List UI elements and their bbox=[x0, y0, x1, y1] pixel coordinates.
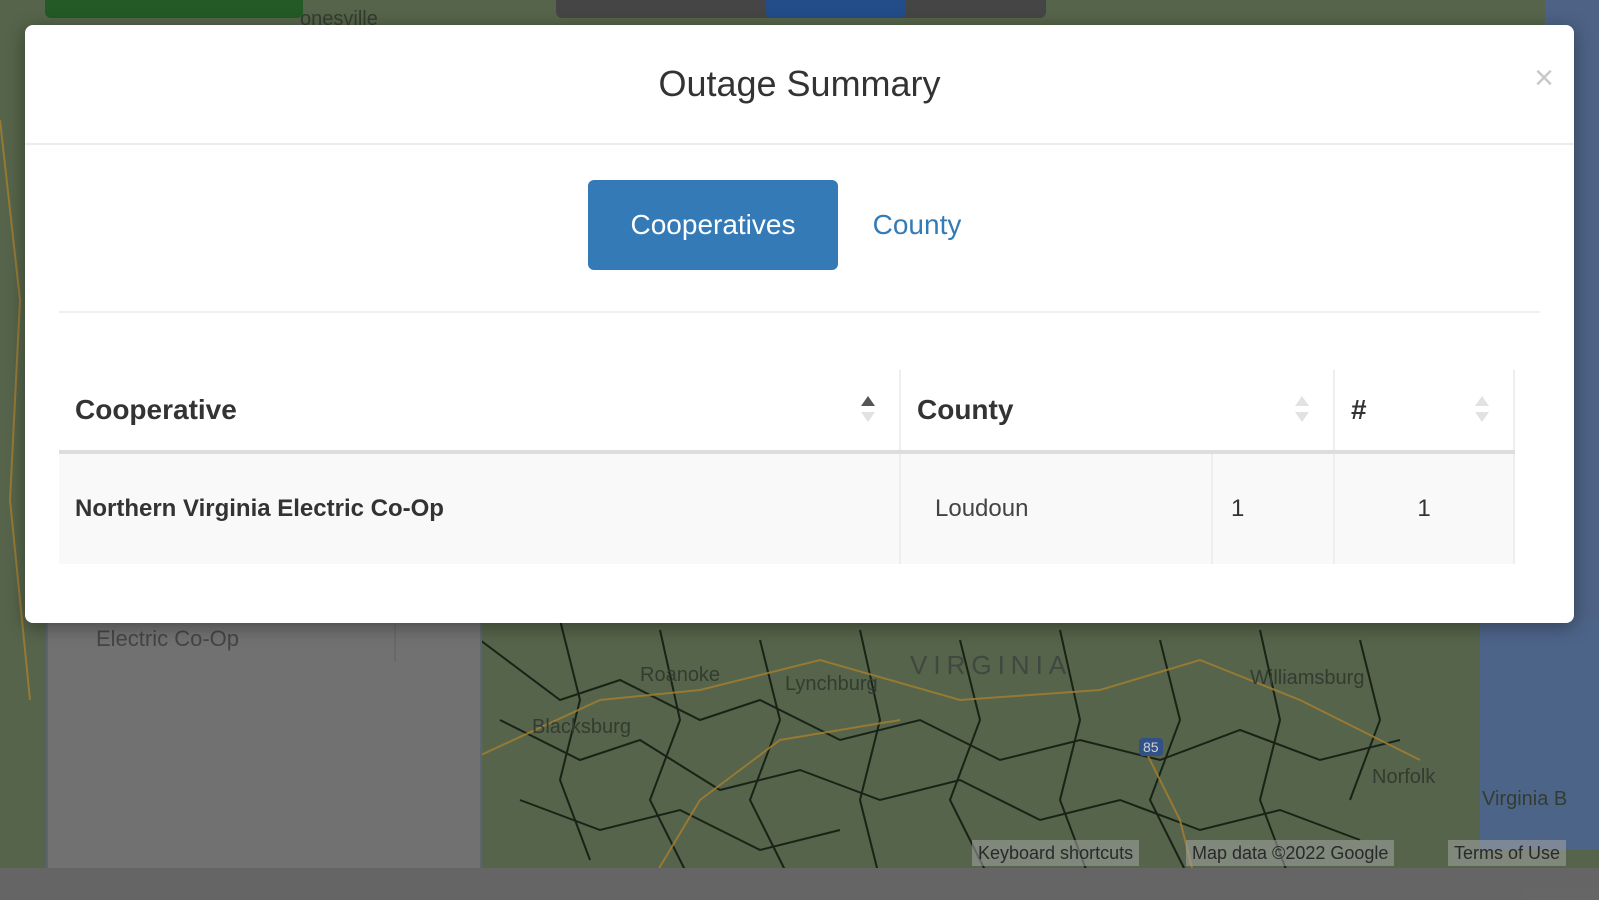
table-row[interactable]: Northern Virginia Electric Co-Op Loudoun… bbox=[59, 454, 1515, 564]
tab-county[interactable]: County bbox=[847, 180, 987, 270]
column-header-cooperative[interactable]: Cooperative bbox=[59, 370, 899, 450]
column-header-county[interactable]: County bbox=[899, 370, 1333, 450]
cell-count: 1 bbox=[1333, 454, 1515, 564]
section-divider bbox=[59, 311, 1540, 313]
tab-bar: Cooperatives County bbox=[25, 180, 1574, 270]
tab-cooperatives[interactable]: Cooperatives bbox=[588, 180, 838, 270]
outage-table: Cooperative County # Northern Virginia E… bbox=[59, 370, 1515, 564]
column-header-count[interactable]: # bbox=[1333, 370, 1515, 450]
sort-icon[interactable] bbox=[1295, 390, 1309, 430]
table-header: Cooperative County # bbox=[59, 370, 1515, 454]
column-header-label: County bbox=[917, 394, 1014, 425]
outage-summary-modal: Outage Summary × Cooperatives County Coo… bbox=[25, 25, 1574, 623]
column-header-label: # bbox=[1351, 394, 1367, 425]
close-icon[interactable]: × bbox=[1534, 61, 1554, 95]
sort-icon[interactable] bbox=[1475, 390, 1489, 430]
column-header-label: Cooperative bbox=[75, 394, 237, 425]
modal-title: Outage Summary bbox=[658, 63, 941, 104]
sort-ascending-icon[interactable] bbox=[861, 390, 875, 430]
cell-county-count: 1 bbox=[1211, 454, 1333, 564]
modal-header: Outage Summary × bbox=[25, 25, 1574, 145]
cell-cooperative: Northern Virginia Electric Co-Op bbox=[75, 495, 444, 522]
cell-county: Loudoun bbox=[899, 454, 1211, 564]
